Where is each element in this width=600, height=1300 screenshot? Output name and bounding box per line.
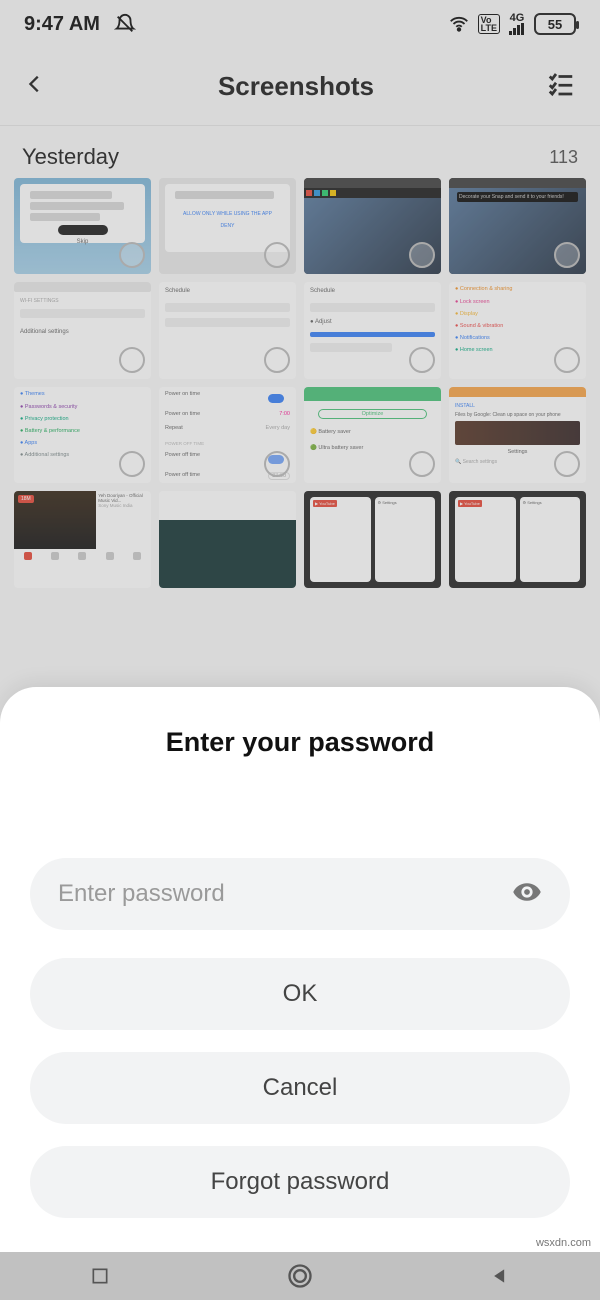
- password-sheet: Enter your password OK Cancel Forgot pas…: [0, 687, 600, 1252]
- thumbnail[interactable]: ● Connection & sharing ● Lock screen ● D…: [449, 282, 586, 378]
- thumbnail[interactable]: Schedule ● Adjust: [304, 282, 441, 378]
- nav-recents-button[interactable]: [70, 1266, 130, 1286]
- show-password-icon[interactable]: [512, 877, 542, 912]
- system-nav-bar: [0, 1252, 600, 1300]
- status-time: 9:47 AM: [24, 13, 100, 36]
- select-mode-button[interactable]: [546, 69, 576, 104]
- thumbnail[interactable]: [159, 491, 296, 587]
- watermark: wsxdn.com: [533, 1236, 594, 1250]
- nav-home-button[interactable]: [270, 1262, 330, 1290]
- dnd-icon: [114, 13, 136, 35]
- status-bar: 9:47 AM VoLTE 4G 55: [0, 0, 600, 48]
- cancel-button[interactable]: Cancel: [30, 1052, 570, 1124]
- password-field-container: [30, 858, 570, 930]
- battery-icon: 55: [534, 13, 576, 35]
- thumbnail-grid: Skip ALLOW ONLY WHILE USING THE APP DENY: [0, 178, 600, 588]
- section-label: Yesterday: [22, 144, 119, 170]
- section-count: 113: [549, 147, 578, 168]
- app-header: Screenshots: [0, 48, 600, 126]
- signal-icon: 4G: [508, 14, 526, 35]
- section-header: Yesterday 113: [0, 126, 600, 178]
- thumbnail[interactable]: Decorate your Snap and send it to your f…: [449, 178, 586, 274]
- nav-back-button[interactable]: [470, 1266, 530, 1286]
- thumbnail[interactable]: ALLOW ONLY WHILE USING THE APP DENY: [159, 178, 296, 274]
- thumbnail[interactable]: ● Themes ● Passwords & security ● Privac…: [14, 387, 151, 483]
- password-input[interactable]: [58, 880, 512, 908]
- page-title: Screenshots: [218, 71, 374, 102]
- thumbnail[interactable]: INSTALL Files by Google: Clean up space …: [449, 387, 586, 483]
- thumbnail[interactable]: Optimize 🟡 Battery saver 🟢 Ultra battery…: [304, 387, 441, 483]
- thumbnail[interactable]: Power on time Power on time 7:00 Repeat …: [159, 387, 296, 483]
- thumbnail[interactable]: [304, 178, 441, 274]
- thumbnail[interactable]: Skip: [14, 178, 151, 274]
- sheet-title: Enter your password: [30, 727, 570, 758]
- thumbnail[interactable]: WI-FI SETTINGS Additional settings: [14, 282, 151, 378]
- volte-icon: VoLTE: [478, 14, 500, 34]
- thumbnail[interactable]: Schedule: [159, 282, 296, 378]
- ok-button[interactable]: OK: [30, 958, 570, 1030]
- wifi-icon: [448, 13, 470, 35]
- back-button[interactable]: [24, 69, 46, 104]
- thumbnail[interactable]: ▶ YouTube ⚙ Settings: [304, 491, 441, 587]
- thumbnail[interactable]: ▶ YouTube ⚙ Settings: [449, 491, 586, 587]
- forgot-password-button[interactable]: Forgot password: [30, 1146, 570, 1218]
- thumbnail[interactable]: 18M Yeh Dooriyan - Official Music Vid...…: [14, 491, 151, 587]
